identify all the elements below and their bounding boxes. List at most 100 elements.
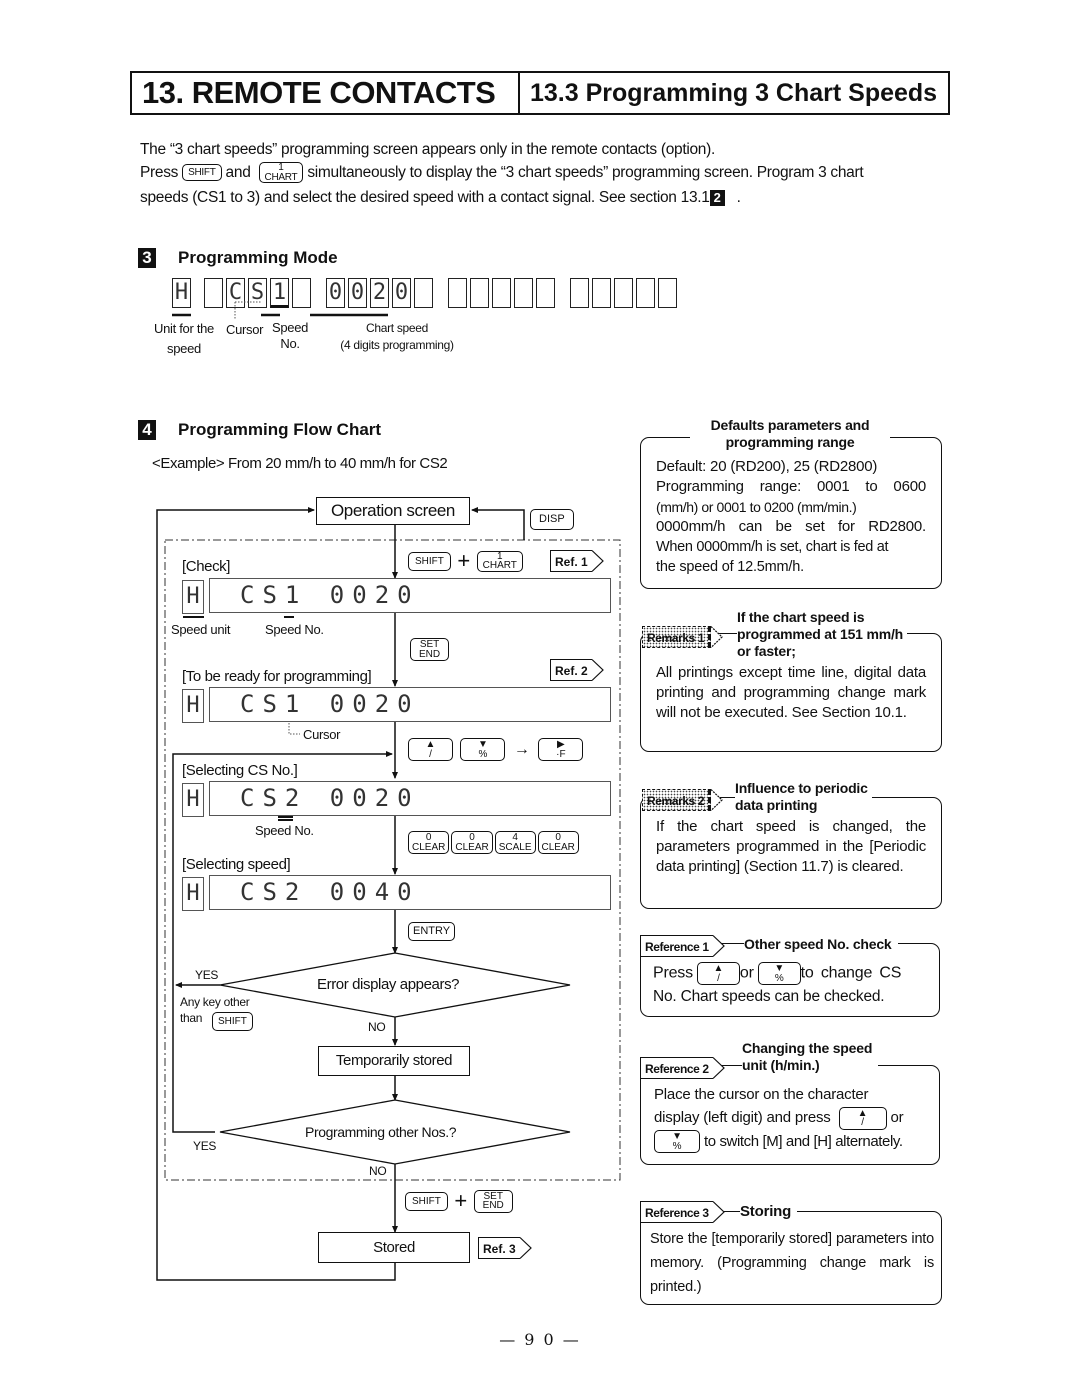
ref2-line3: to switch [M] and [H] alternately. [703, 1132, 903, 1150]
reference-1-label: Reference 1 [640, 935, 713, 957]
ref-2-label: Ref. 2 [550, 659, 592, 681]
digit-key-bottom: CLEAR [412, 841, 446, 853]
decision-other-yes: YES [193, 1139, 217, 1153]
speed-unit-cell: H [182, 877, 204, 911]
ref-2-tag: Ref. 2 [550, 659, 604, 681]
page-number: — 9 0 — [499, 1330, 581, 1349]
set-end-key: SET END [473, 1189, 513, 1213]
defaults-line: Programming range: 0001 to 0600 [656, 478, 926, 495]
speed-unit-cell: H [182, 783, 204, 817]
decision-other-no: NO [369, 1164, 387, 1178]
set-end-key-bottom: END [419, 648, 441, 660]
reference-2-title-1: Changing the speed [742, 1040, 873, 1056]
remarks-1-title-2: programmed at 151 mm/h [737, 626, 903, 642]
reference-3-body: Store the [temporarily stored] parameter… [650, 1231, 934, 1295]
right-key: ▶ ·F [538, 738, 584, 761]
remarks-2-title-2: data printing [735, 797, 818, 813]
defaults-line: When 0000mm/h is set, chart is fed at [656, 539, 889, 555]
temporarily-stored-box: Temporarily stored [318, 1046, 470, 1076]
shift-key: SHIFT [405, 1191, 448, 1211]
check-lcd: CS1 0020 [209, 578, 611, 613]
down-key: ▼% [460, 738, 506, 761]
speed-unit-cell: H [182, 689, 204, 723]
decision-error-text: Error display appears? [317, 976, 460, 993]
defaults-line: Default: 20 (RD200), 25 (RD2800) [656, 458, 878, 475]
defaults-title-2: programming range [725, 434, 855, 450]
any-key-than: than [180, 1011, 203, 1025]
any-key-note: Any key other [180, 995, 250, 1009]
shift-setend-combo: SHIFT + SET END [405, 1188, 513, 1214]
ref-1-label: Ref. 1 [550, 550, 592, 572]
tag-arrow-icon [710, 789, 723, 811]
set-end-key: SET END [410, 638, 450, 661]
ref2-line1: Place the cursor on the character [654, 1086, 869, 1103]
tag-arrow-icon [712, 1057, 725, 1079]
select-speed-lcd-text: CS2 0040 [240, 878, 420, 906]
digit-key: 0 CLEAR [537, 831, 579, 854]
digit-key-bottom: CLEAR [455, 841, 489, 853]
operation-screen-box: Operation screen [316, 497, 470, 525]
ref-1-tag: Ref. 1 [550, 550, 604, 572]
shift-chart-combo: SHIFT + 1 CHART [408, 548, 523, 574]
remarks-2-tag: Remarks 2 [642, 789, 723, 811]
ref-arrow-icon [591, 659, 604, 681]
reference-1-tag: Reference 1 [640, 935, 725, 957]
entry-key: ENTRY [408, 922, 456, 941]
remarks-1-title-3: or faster; [737, 643, 796, 659]
speed-unit-cell: H [182, 580, 204, 614]
up-key: ▲ / [408, 738, 453, 761]
down-key: ▼% [654, 1130, 700, 1154]
reference-1-body: Press ▲ / or ▼% to change CS No. Chart spee… [653, 962, 929, 1007]
reference-2-body: Place the cursor on the character displa… [654, 1083, 930, 1154]
ready-lcd: CS1 0020 [209, 687, 611, 722]
tag-arrow-icon [712, 1201, 725, 1223]
remarks-2-label: Remarks 2 [642, 789, 712, 811]
remarks-1-title-1: If the chart speed is [737, 609, 865, 625]
reference-3-title: Storing [740, 1203, 798, 1220]
remarks-1-body: All printings except time line, digital … [656, 664, 926, 721]
up-key-sub: / [429, 748, 432, 760]
step-ready-label: [To be ready for programming] [182, 668, 372, 685]
reference-2-tag: Reference 2 [640, 1057, 725, 1079]
reference-3-tag: Reference 3 [640, 1201, 725, 1223]
down-key-sub: % [774, 972, 784, 984]
step-select-speed-label: [Selecting speed] [182, 856, 291, 873]
select-speed-lcd: CS2 0040 [209, 875, 611, 910]
speed-no-annotation-2: Speed No. [255, 823, 314, 838]
shift-key: SHIFT [408, 551, 451, 571]
right-key-sub: ·F [556, 748, 566, 760]
ref-arrow-icon [591, 550, 604, 572]
then-arrow: → [513, 740, 530, 758]
down-key: ▼% [757, 962, 801, 985]
ref1-post: to change CS [800, 964, 902, 982]
defaults-line: the speed of 12.5mm/h. [656, 559, 804, 575]
decision-error-yes: YES [195, 968, 219, 982]
reference-2-title: Changing the speed unit (h/min.) [742, 1040, 879, 1074]
decision-error-no: NO [368, 1020, 386, 1034]
ref1-press: Press [653, 964, 693, 982]
chart-key: 1 CHART [476, 550, 523, 572]
cursor-annotation: Cursor [303, 727, 341, 742]
disp-key: DISP [530, 509, 574, 530]
reference-3-label: Reference 3 [640, 1201, 713, 1223]
up-key-sub: / [861, 1117, 864, 1129]
shift-key: SHIFT [212, 1012, 253, 1031]
digit-keys-group: 0 CLEAR0 CLEAR4 SCALE0 CLEAR [408, 831, 579, 854]
select-cs-lcd: CS2 0020 [209, 781, 611, 816]
digit-key-bottom: CLEAR [541, 841, 575, 853]
speed-no-annotation: Speed No. [265, 622, 324, 637]
tag-arrow-icon [710, 626, 723, 648]
digit-key: 0 CLEAR [451, 831, 493, 854]
ref2-line2: display (left digit) and press [654, 1109, 831, 1126]
defaults-title-1: Defaults parameters and [710, 417, 870, 433]
check-lcd-text: CS1 0020 [240, 581, 420, 609]
remarks-1-tag: Remarks 1 [642, 626, 723, 648]
speed-unit-label: Speed unit [171, 622, 231, 637]
reference-1-title: Other speed No. check [744, 936, 898, 953]
reference-2-label: Reference 2 [640, 1057, 713, 1079]
ref-arrow-icon [519, 1237, 532, 1259]
remarks-1-label: Remarks 1 [642, 626, 712, 648]
tag-arrow-icon [712, 935, 725, 957]
chart-key-bottom: CHART [482, 560, 517, 571]
remarks-2-title: Influence to periodic data printing [735, 780, 872, 814]
